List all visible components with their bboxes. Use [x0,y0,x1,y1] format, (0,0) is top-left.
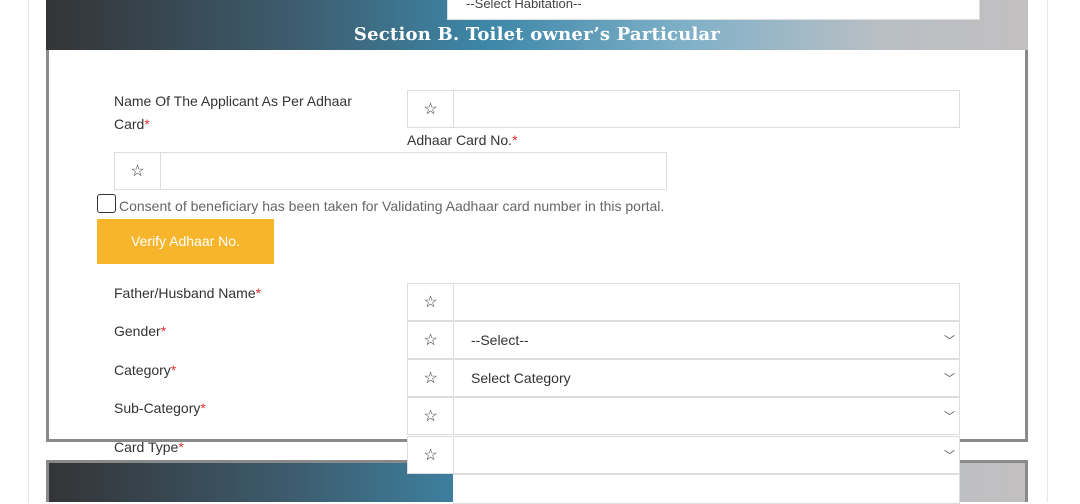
page-edge-left [28,0,29,502]
star-icon: ☆ [408,322,454,358]
sub-category-select[interactable]: ﹀ [454,398,959,434]
adhaar-no-input-group[interactable]: ☆ [114,152,667,190]
chevron-down-icon: ﹀ [944,335,955,347]
adhaar-no-input[interactable] [161,153,666,189]
adhaar-no-label: Adhaar Card No.* [407,132,518,148]
card-type-label: Card Type* [114,439,184,455]
star-icon: ☆ [408,91,454,127]
star-icon: ☆ [115,153,161,189]
section-title: Section B. Toilet owner’s Particular [353,24,721,45]
consent-label: Consent of beneficiary has been taken fo… [119,198,665,214]
father-name-label: Father/Husband Name* [114,285,262,301]
father-name-input-group[interactable]: ☆ [407,283,960,321]
father-name-input[interactable] [454,284,959,320]
verify-adhaar-button[interactable]: Verify Adhaar No. [97,219,274,264]
applicant-name-input-group[interactable]: ☆ [407,90,960,128]
category-select-group[interactable]: ☆ Select Category ﹀ [407,359,960,397]
chevron-down-icon: ﹀ [944,373,955,385]
star-icon: ☆ [408,437,454,473]
gender-select[interactable]: --Select-- ﹀ [454,322,959,358]
category-label: Category* [114,362,177,378]
star-icon: ☆ [408,360,454,396]
card-type-select-group[interactable]: ☆ ﹀ [407,436,960,474]
consent-checkbox[interactable] [97,194,116,213]
chevron-down-icon: ﹀ [962,0,973,8]
sub-category-label: Sub-Category* [114,400,206,416]
gender-select-group[interactable]: ☆ --Select-- ﹀ [407,321,960,359]
next-field-group[interactable] [453,474,960,504]
category-select[interactable]: Select Category ﹀ [454,360,959,396]
habitation-select[interactable]: --Select Habitation-- ﹀ [447,0,980,20]
page-edge-right [1047,0,1048,502]
applicant-name-input[interactable] [454,91,959,127]
star-icon: ☆ [408,398,454,434]
habitation-select-value: --Select Habitation-- [466,0,582,11]
chevron-down-icon: ﹀ [944,450,955,462]
sub-category-select-group[interactable]: ☆ ﹀ [407,397,960,435]
next-field-input[interactable] [453,475,959,503]
applicant-name-label: Name Of The Applicant As Per Adhaar Card… [114,93,352,132]
gender-label: Gender* [114,323,167,339]
star-icon: ☆ [408,284,454,320]
chevron-down-icon: ﹀ [944,411,955,423]
card-type-select[interactable]: ﹀ [454,437,959,473]
